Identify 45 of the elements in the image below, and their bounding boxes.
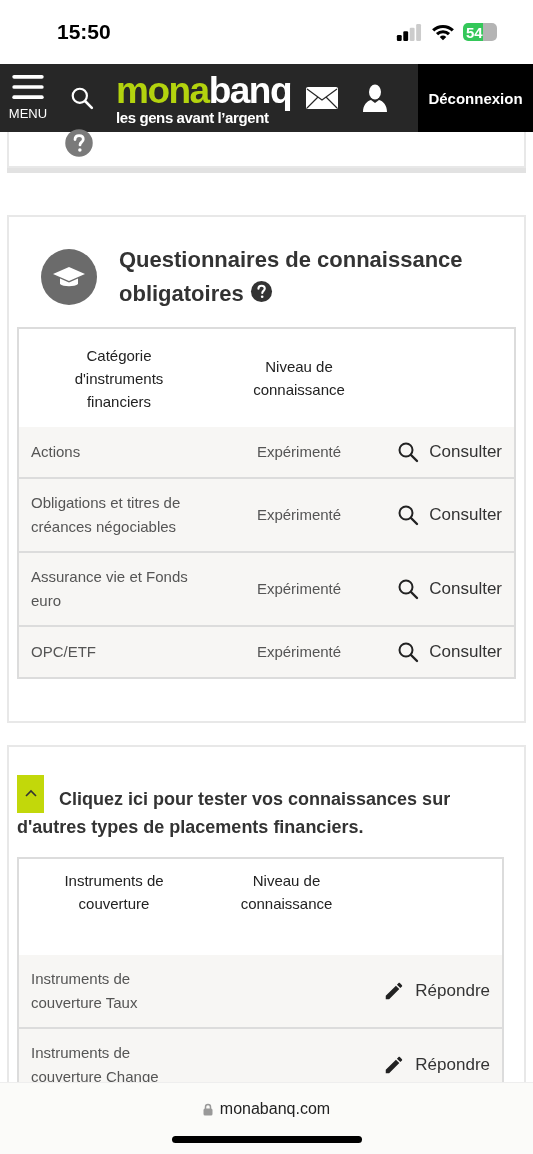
search-icon [397, 441, 420, 463]
table-cell-text: Expérimenté [256, 505, 342, 525]
envelope-icon[interactable] [305, 86, 340, 110]
help-icon[interactable] [64, 128, 94, 158]
lock-icon [202, 1102, 213, 1116]
table-cell-text: Expérimenté [256, 442, 342, 462]
search-icon [397, 578, 420, 600]
table-cell-text: Expérimenté [256, 579, 342, 599]
answer-link[interactable]: Répondre [383, 1054, 490, 1076]
table-cell-text: Assurance vie et Fonds euro [30, 567, 189, 611]
consult-link[interactable]: Consulter [397, 641, 502, 663]
column-header: Niveau de connaissance [252, 357, 346, 400]
section-title: Questionnaires de connaissance obligatoires [119, 246, 464, 308]
table-cell-text: Obligations et titres de créances négociables [30, 493, 182, 537]
consult-link[interactable]: Consulter [397, 441, 502, 463]
search-icon[interactable] [70, 86, 94, 110]
search-icon [397, 641, 420, 663]
status-time: 15:50 [57, 20, 111, 44]
consult-link[interactable]: Consulter [397, 504, 502, 526]
consult-link[interactable]: Consulter [397, 578, 502, 600]
table-cell-text: Expérimenté [256, 642, 342, 662]
chevron-up-icon [24, 789, 37, 797]
battery-icon: 54 [463, 23, 497, 41]
address-bar[interactable]: monabanq.com [202, 1100, 331, 1118]
logo-text[interactable]: banq [208, 71, 292, 109]
signal-icon [395, 23, 423, 41]
menu-icon [11, 75, 45, 99]
menu-button[interactable]: MENU [0, 75, 50, 121]
column-header: Catégorie d'instruments financiers [73, 345, 165, 412]
table-cell-text: Instruments de couverture Taux [30, 969, 139, 1013]
column-header: Niveau de connaissance [239, 871, 334, 914]
table-cell-text: OPC/ETF [30, 642, 97, 662]
graduation-cap-icon [41, 249, 97, 305]
search-icon [397, 504, 420, 526]
logo-tagline: les gens avant l’argent [116, 109, 269, 125]
expand-toggle[interactable] [17, 775, 44, 813]
answer-link[interactable]: Répondre [383, 980, 490, 1002]
wifi-icon [431, 23, 455, 41]
help-icon[interactable] [249, 280, 273, 303]
column-header: Instruments de couverture [63, 871, 165, 914]
logo-text[interactable]: mona [116, 71, 209, 109]
section-title[interactable]: Cliquez ici pour tester vos connaissances sur d'autres types de placements financiers. [17, 775, 504, 841]
person-icon[interactable] [363, 83, 388, 113]
table-cell-text: Actions [30, 442, 82, 462]
logout-button[interactable]: Déconnexion [418, 64, 533, 132]
